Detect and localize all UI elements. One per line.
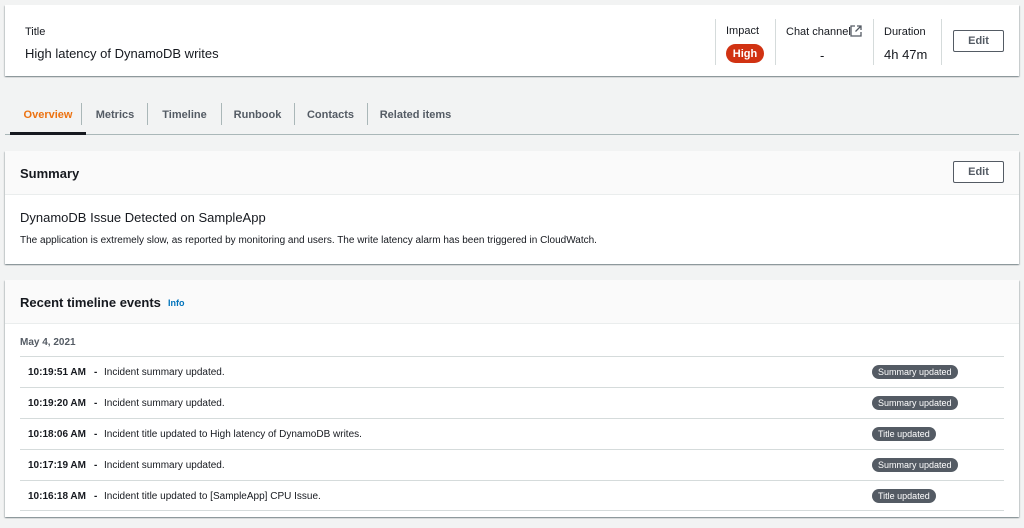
summary-card: Summary Edit DynamoDB Issue Detected on …	[5, 151, 1019, 264]
active-tab-indicator	[10, 132, 86, 135]
timeline-row: 10:19:51 AM - Incident summary updated. …	[20, 356, 1004, 387]
duration-value: 4h 47m	[884, 47, 928, 62]
divider	[775, 19, 776, 65]
duration-label: Duration	[884, 26, 926, 38]
edit-incident-button[interactable]: Edit	[953, 30, 1004, 52]
tab-related-items[interactable]: Related items	[367, 95, 464, 134]
incident-header-card: Title High latency of DynamoDB writes Im…	[5, 5, 1019, 76]
event-time: 10:17:19 AM	[28, 460, 86, 471]
timeline-card: Recent timeline events Info May 4, 2021 …	[5, 280, 1019, 517]
event-dash: -	[94, 367, 98, 378]
event-time: 10:16:18 AM	[28, 491, 86, 502]
summary-heading: DynamoDB Issue Detected on SampleApp	[20, 210, 266, 225]
event-time: 10:19:51 AM	[28, 367, 86, 378]
tab-overview[interactable]: Overview	[10, 95, 86, 134]
impact-badge: High	[726, 44, 764, 63]
tab-metrics[interactable]: Metrics	[82, 95, 148, 134]
timeline-title: Recent timeline events	[20, 295, 161, 310]
event-text: Incident summary updated.	[104, 367, 225, 378]
chat-channel-value: -	[820, 48, 825, 63]
event-dash: -	[94, 398, 98, 409]
event-dash: -	[94, 491, 98, 502]
timeline-header: Recent timeline events Info	[5, 280, 1019, 324]
event-text: Incident title updated to [SampleApp] CP…	[104, 491, 321, 502]
tab-contacts[interactable]: Contacts	[294, 95, 367, 134]
event-badge: Summary updated	[872, 365, 958, 379]
event-badge: Title updated	[872, 489, 936, 503]
impact-label: Impact	[726, 25, 760, 37]
event-dash: -	[94, 460, 98, 471]
timeline-row: 10:17:19 AM - Incident summary updated. …	[20, 449, 1004, 480]
tab-runbook[interactable]: Runbook	[221, 95, 294, 134]
timeline-row: 10:19:20 AM - Incident summary updated. …	[20, 387, 1004, 418]
event-text: Incident title updated to High latency o…	[104, 429, 362, 440]
incident-title: High latency of DynamoDB writes	[25, 46, 219, 61]
tab-bar: Overview Metrics Timeline Runbook Contac…	[5, 95, 1019, 135]
event-time: 10:18:06 AM	[28, 429, 86, 440]
tab-timeline[interactable]: Timeline	[148, 95, 221, 134]
timeline-row: 10:16:18 AM - Incident title updated to …	[20, 480, 1004, 511]
title-label: Title	[25, 26, 46, 38]
summary-text: The application is extremely slow, as re…	[20, 235, 597, 246]
chat-channel-label: Chat channel	[786, 26, 851, 38]
timeline-row: 10:18:06 AM - Incident title updated to …	[20, 418, 1004, 449]
summary-title: Summary	[20, 166, 80, 181]
summary-header: Summary Edit	[5, 151, 1019, 195]
edit-summary-button[interactable]: Edit	[953, 161, 1004, 183]
divider	[941, 19, 942, 65]
divider	[873, 19, 874, 65]
event-text: Incident summary updated.	[104, 398, 225, 409]
event-text: Incident summary updated.	[104, 460, 225, 471]
event-time: 10:19:20 AM	[28, 398, 86, 409]
external-link-icon[interactable]	[850, 25, 862, 37]
info-link[interactable]: Info	[168, 298, 185, 308]
event-badge: Title updated	[872, 427, 936, 441]
timeline-date: May 4, 2021	[20, 337, 76, 348]
event-dash: -	[94, 429, 98, 440]
divider	[715, 19, 716, 65]
event-badge: Summary updated	[872, 458, 958, 472]
event-badge: Summary updated	[872, 396, 958, 410]
